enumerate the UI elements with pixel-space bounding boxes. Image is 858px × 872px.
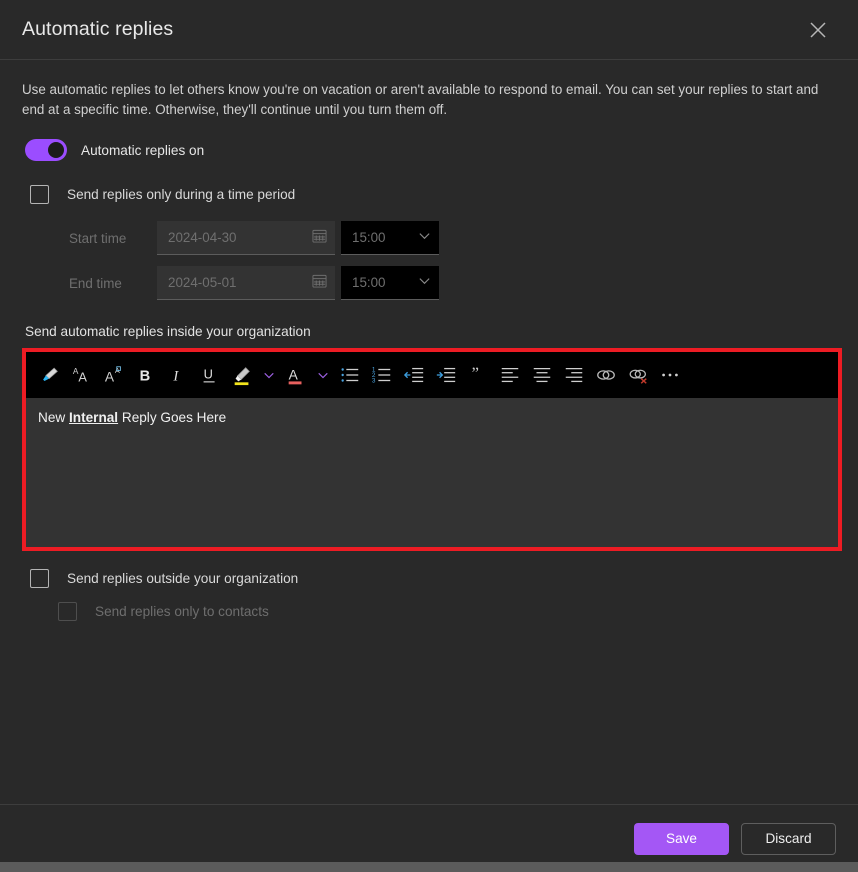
external-replies-checkbox[interactable] xyxy=(30,569,49,588)
internal-reply-textarea[interactable]: New Internal Reply Goes Here xyxy=(26,398,838,547)
underline-icon[interactable]: U xyxy=(194,359,226,391)
font-color-chevron-down-icon[interactable] xyxy=(312,359,334,391)
more-options-icon[interactable] xyxy=(654,359,686,391)
svg-text:I: I xyxy=(172,369,179,385)
start-time-select[interactable]: 15:00 xyxy=(341,221,439,255)
insert-link-icon[interactable] xyxy=(590,359,622,391)
calendar-icon xyxy=(312,273,327,293)
start-time-label: Start time xyxy=(69,230,127,246)
automatic-replies-dialog: Automatic replies Use automatic replies … xyxy=(0,0,858,872)
align-left-icon[interactable] xyxy=(494,359,526,391)
bulleted-list-icon[interactable] xyxy=(334,359,366,391)
time-period-checkbox[interactable] xyxy=(30,185,49,204)
end-time-label: End time xyxy=(69,275,122,291)
svg-text:A: A xyxy=(289,368,299,383)
svg-text:”: ” xyxy=(472,364,479,383)
message-text-emphasis: Internal xyxy=(68,410,119,425)
numbered-list-icon[interactable]: 1 2 3 xyxy=(366,359,398,391)
discard-button[interactable]: Discard xyxy=(741,822,836,855)
end-time-select[interactable]: 15:00 xyxy=(341,266,439,300)
start-date-value: 2024-04-30 xyxy=(168,230,237,245)
increase-indent-icon[interactable] xyxy=(430,359,462,391)
start-time-row: Start time 2024-04-30 15:00 xyxy=(22,221,836,255)
svg-text:U: U xyxy=(204,367,213,382)
format-painter-icon[interactable] xyxy=(34,359,66,391)
close-icon[interactable] xyxy=(798,10,838,50)
bold-icon[interactable]: B xyxy=(130,359,162,391)
external-replies-checkbox-label: Send replies outside your organization xyxy=(67,571,299,586)
chevron-down-icon xyxy=(418,274,431,292)
contacts-only-checkbox-label: Send replies only to contacts xyxy=(95,604,269,619)
editor-toolbar: A A A A B I U A 1 2 3 ” xyxy=(26,352,838,398)
save-button[interactable]: Save xyxy=(634,822,729,855)
svg-text:3: 3 xyxy=(372,377,376,384)
external-replies-block: Send replies outside your organization S… xyxy=(22,569,836,621)
highlight-chevron-down-icon[interactable] xyxy=(258,359,280,391)
automatic-replies-toggle-row: Automatic replies on xyxy=(25,137,836,163)
internal-reply-editor: A A A A B I U A 1 2 3 ” New Internal Rep… xyxy=(22,348,842,551)
align-right-icon[interactable] xyxy=(558,359,590,391)
start-date-input[interactable]: 2024-04-30 xyxy=(157,221,335,255)
svg-text:A: A xyxy=(78,369,87,384)
toggle-knob xyxy=(48,142,64,158)
page-title: Automatic replies xyxy=(22,18,174,40)
internal-section-label: Send automatic replies inside your organ… xyxy=(25,324,311,339)
start-time-value: 15:00 xyxy=(352,230,386,245)
external-replies-checkbox-row[interactable]: Send replies outside your organization xyxy=(30,569,836,588)
svg-text:B: B xyxy=(140,369,151,385)
contacts-only-checkbox-row: Send replies only to contacts xyxy=(58,602,836,621)
message-text-after: Reply Goes Here xyxy=(118,410,227,425)
dialog-header: Automatic replies xyxy=(0,0,858,60)
time-period-fields: Start time 2024-04-30 15:00 End time 202… xyxy=(22,221,836,300)
highlight-color-icon[interactable] xyxy=(226,359,258,391)
decrease-indent-icon[interactable] xyxy=(398,359,430,391)
end-date-value: 2024-05-01 xyxy=(168,275,237,290)
end-time-row: End time 2024-05-01 15:00 xyxy=(22,266,836,300)
chevron-down-icon xyxy=(418,229,431,247)
automatic-replies-toggle[interactable] xyxy=(25,139,67,161)
quote-icon[interactable]: ” xyxy=(462,359,494,391)
svg-text:A: A xyxy=(105,369,115,384)
font-color-icon[interactable]: A xyxy=(280,359,312,391)
align-center-icon[interactable] xyxy=(526,359,558,391)
intro-text: Use automatic replies to let others know… xyxy=(22,82,819,117)
message-text-before: New xyxy=(38,410,69,425)
window-bottom-strip xyxy=(0,862,858,872)
dialog-body: Use automatic replies to let others know… xyxy=(0,60,858,804)
end-date-input[interactable]: 2024-05-01 xyxy=(157,266,335,300)
contacts-only-checkbox xyxy=(58,602,77,621)
remove-link-icon[interactable] xyxy=(622,359,654,391)
italic-icon[interactable]: I xyxy=(162,359,194,391)
end-time-value: 15:00 xyxy=(352,275,386,290)
time-period-checkbox-row[interactable]: Send replies only during a time period xyxy=(30,185,836,204)
automatic-replies-toggle-label: Automatic replies on xyxy=(81,142,205,158)
calendar-icon xyxy=(312,228,327,248)
time-period-checkbox-label: Send replies only during a time period xyxy=(67,187,296,202)
decrease-font-size-icon[interactable]: A A xyxy=(98,359,130,391)
increase-font-size-icon[interactable]: A A xyxy=(66,359,98,391)
